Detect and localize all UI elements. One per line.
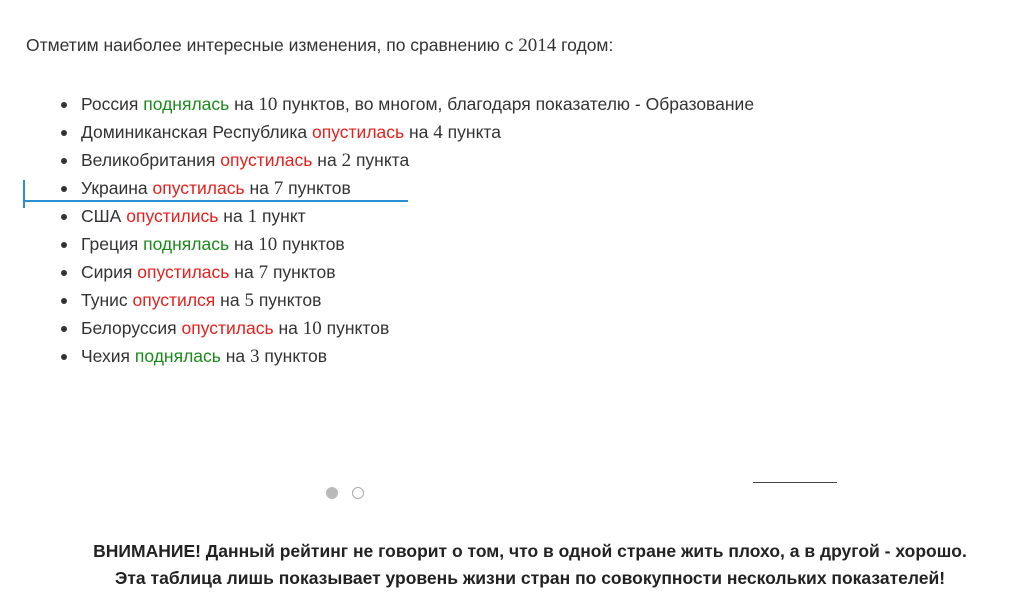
bullet-icon: [61, 158, 67, 164]
changes-list: Россия поднялась на 10 пунктов, во много…: [54, 90, 754, 370]
change-verb: опустилась: [152, 178, 245, 198]
change-unit: пунктов: [258, 290, 322, 310]
change-unit: пунктов: [288, 178, 351, 198]
text-cursor-marker: [23, 180, 25, 208]
bullet-icon: [61, 242, 67, 248]
country-name: Россия: [81, 94, 139, 114]
list-item: Белоруссия опустилась на 10 пунктов: [54, 314, 754, 342]
change-unit: пункт: [261, 206, 306, 226]
carousel-pagination: [326, 487, 364, 499]
change-verb: опустилась: [137, 262, 230, 282]
bullet-icon: [61, 354, 67, 360]
preposition: на: [223, 206, 243, 226]
change-amount: 1: [247, 206, 258, 227]
warning-notice: ВНИМАНИЕ! Данный рейтинг не говорит о то…: [0, 538, 1023, 592]
country-name: США: [81, 206, 122, 226]
change-amount: 7: [273, 178, 284, 199]
change-amount: 3: [250, 346, 260, 367]
country-name: Тунис: [81, 290, 128, 310]
intro-text: Отметим наиболее интересные изменения, п…: [26, 34, 613, 57]
change-unit: пунктов: [326, 318, 390, 338]
change-amount: 5: [244, 290, 254, 311]
intro-year: 2014: [518, 35, 557, 56]
change-unit: пункта: [355, 150, 410, 170]
change-verb: опустились: [126, 206, 219, 226]
bullet-icon: [61, 102, 67, 108]
country-name: Великобритания: [81, 150, 216, 170]
change-unit: пунктов, во многом, благодаря показателю…: [282, 94, 755, 114]
change-amount: 4: [433, 122, 443, 143]
list-item: Сирия опустилась на 7 пунктов: [54, 258, 754, 286]
bullet-icon: [61, 186, 67, 192]
list-item: Россия поднялась на 10 пунктов, во много…: [54, 90, 754, 118]
change-verb: поднялась: [143, 94, 230, 114]
change-amount: 10: [258, 94, 278, 115]
country-name: Украина: [81, 178, 148, 198]
preposition: на: [317, 150, 337, 170]
highlight-underline: [24, 200, 408, 202]
preposition: на: [234, 262, 254, 282]
carousel-dot-2[interactable]: [352, 487, 364, 499]
change-unit: пунктов: [264, 346, 328, 366]
change-unit: пунктов: [282, 234, 345, 254]
change-verb: опустился: [132, 290, 216, 310]
list-item: Тунис опустился на 5 пунктов: [54, 286, 754, 314]
country-name: Белоруссия: [81, 318, 177, 338]
preposition: на: [278, 318, 298, 338]
warning-line-1: ВНИМАНИЕ! Данный рейтинг не говорит о то…: [93, 541, 967, 561]
bullet-icon: [61, 214, 67, 220]
list-item: Чехия поднялась на 3 пунктов: [54, 342, 754, 370]
intro-before: Отметим наиболее интересные изменения, п…: [26, 35, 514, 55]
preposition: на: [409, 122, 429, 142]
bullet-icon: [61, 130, 67, 136]
list-item: Украина опустилась на 7 пунктов: [54, 174, 754, 202]
country-name: Чехия: [81, 346, 131, 366]
intro-after: годом:: [561, 35, 614, 55]
change-amount: 7: [258, 262, 269, 283]
change-verb: опустилась: [312, 122, 405, 142]
list-item: Великобритания опустилась на 2 пункта: [54, 146, 754, 174]
change-verb: поднялась: [143, 234, 230, 254]
change-unit: пунктов: [272, 262, 336, 282]
change-unit: пункта: [447, 122, 501, 142]
change-verb: опустилась: [181, 318, 274, 338]
change-verb: опустилась: [220, 150, 313, 170]
change-amount: 10: [302, 318, 322, 339]
change-verb: поднялась: [134, 346, 221, 366]
divider-line: [753, 482, 837, 483]
change-amount: 2: [341, 150, 352, 171]
carousel-dot-1[interactable]: [326, 487, 338, 499]
bullet-icon: [61, 326, 67, 332]
list-item: Доминиканская Республика опустилась на 4…: [54, 118, 754, 146]
preposition: на: [234, 94, 254, 114]
preposition: на: [225, 346, 246, 366]
preposition: на: [220, 290, 240, 310]
bullet-icon: [61, 270, 67, 276]
country-name: Сирия: [81, 262, 133, 282]
warning-line-2: Эта таблица лишь показывает уровень жизн…: [114, 568, 946, 588]
preposition: на: [249, 178, 269, 198]
bullet-icon: [61, 298, 67, 304]
change-amount: 10: [258, 234, 278, 255]
preposition: на: [233, 234, 254, 254]
country-name: Доминиканская Республика: [81, 122, 308, 142]
list-item: США опустились на 1 пункт: [54, 202, 754, 230]
country-name: Греция: [81, 234, 139, 254]
list-item: Греция поднялась на 10 пунктов: [54, 230, 754, 258]
